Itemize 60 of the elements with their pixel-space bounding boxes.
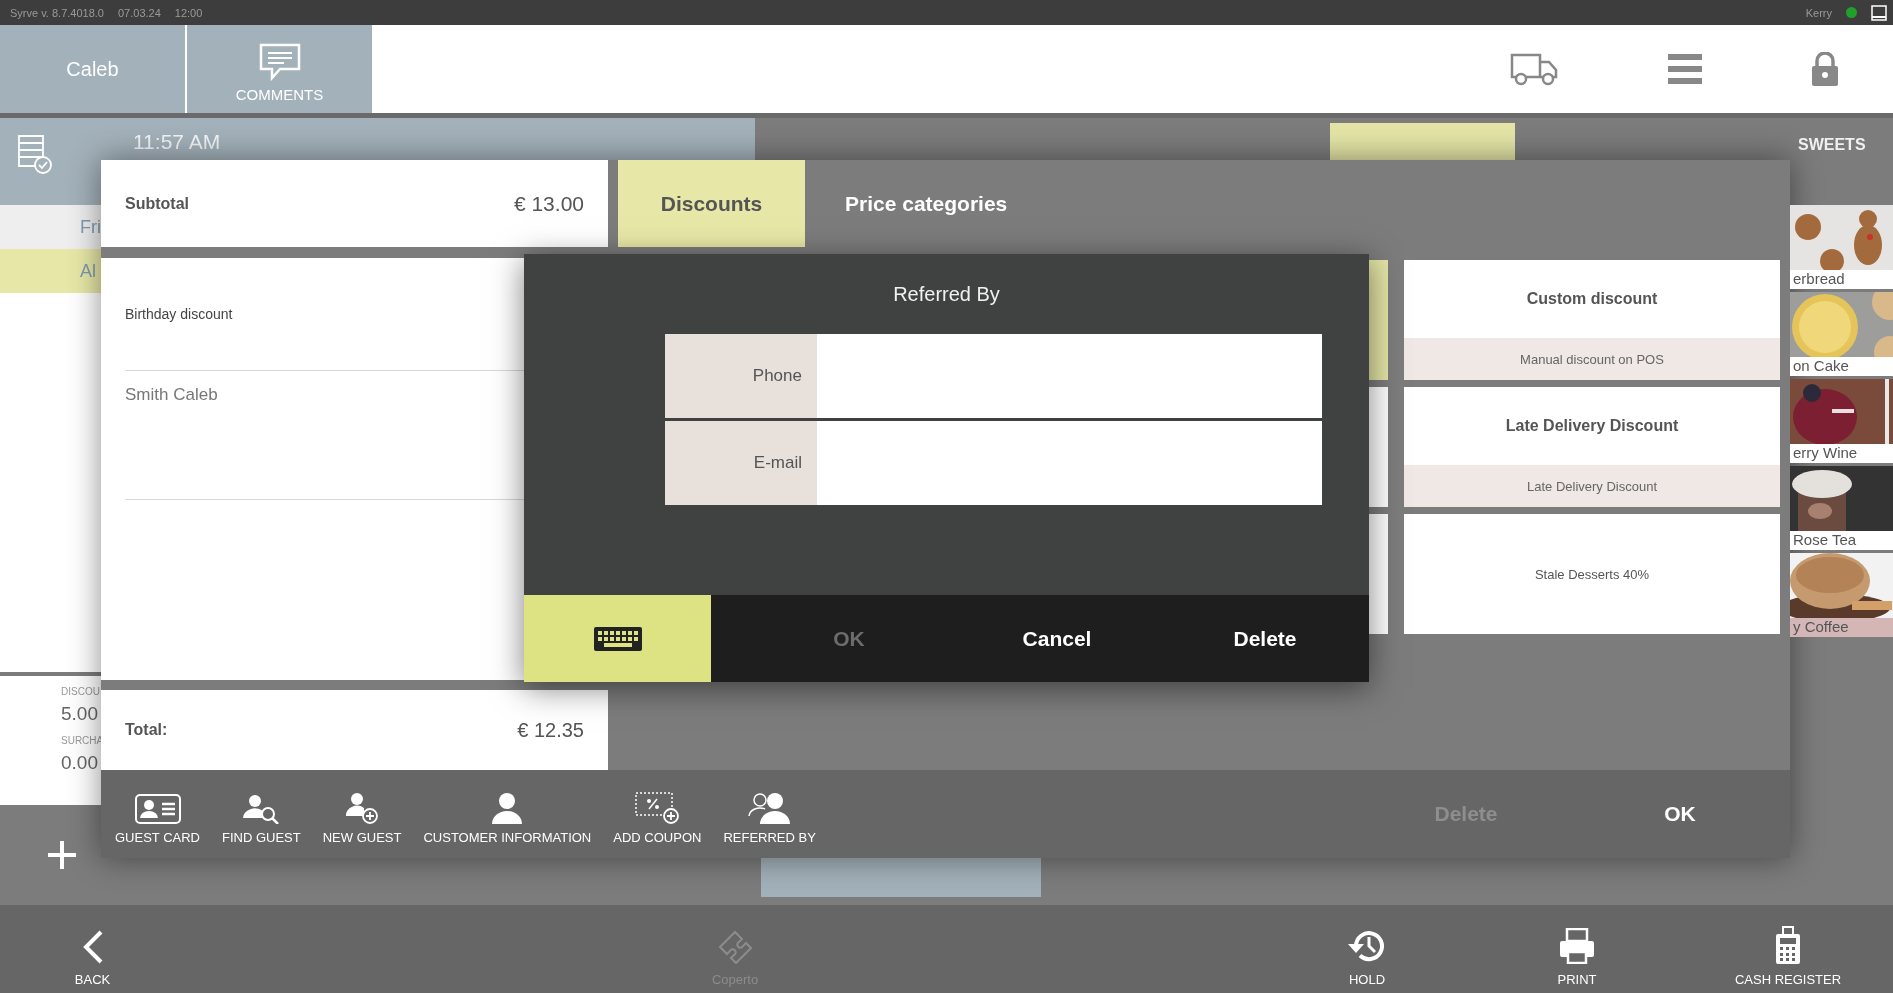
bottom-bar-button[interactable]: CASH REGISTER — [1697, 905, 1879, 993]
time-label: 12:00 — [174, 6, 203, 19]
subtotal-label: Subtotal — [125, 194, 189, 213]
puzzle-icon — [718, 930, 752, 964]
field-label: Phone — [665, 334, 817, 418]
field-label: E-mail — [665, 421, 817, 505]
two-people-icon — [747, 792, 792, 824]
printer-icon — [1559, 928, 1595, 964]
applied-item[interactable]: Smith Caleb — [125, 385, 218, 405]
total-label: Total: — [125, 721, 168, 739]
toolbar-button[interactable]: FIND GUEST — [218, 777, 305, 851]
window-icon[interactable] — [1871, 4, 1887, 21]
subtotal-value: € 13.00 — [513, 191, 584, 216]
dialog-title: Referred By — [892, 281, 1001, 307]
person-add-icon — [346, 792, 379, 824]
id-card-icon — [134, 794, 181, 824]
coupon-icon — [635, 792, 680, 824]
toolbar-button[interactable]: CUSTOMER INFORMATION — [419, 777, 596, 851]
summary-value: 5.00 — [61, 703, 99, 725]
bottom-bar-button[interactable]: PRINT — [1457, 905, 1697, 993]
menu-icon[interactable] — [1668, 54, 1702, 84]
lock-icon[interactable] — [1812, 52, 1838, 86]
product-tile[interactable]: y Coffee — [1790, 553, 1893, 637]
user-name: Kerry — [1805, 6, 1832, 19]
date-label: 07.03.24 — [117, 6, 161, 19]
total-value: € 12.35 — [517, 718, 584, 742]
summary-label: SURCHA — [61, 735, 105, 746]
dialog-button[interactable]: Delete — [1161, 595, 1369, 682]
dialog-button[interactable]: Cancel — [953, 595, 1161, 682]
applied-item[interactable]: Birthday discount — [125, 306, 233, 322]
dialog-tab[interactable]: Discounts — [618, 160, 805, 247]
discount-tile[interactable]: Stale Desserts 40% — [1404, 514, 1780, 634]
toolbar-button[interactable]: GUEST CARD — [111, 777, 204, 851]
discount-tile[interactable]: Late Delivery Discount Late Delivery Discount — [1404, 387, 1780, 507]
toolbar-button[interactable]: ADD COUPON — [609, 777, 706, 851]
dialog-tab[interactable]: Price categories — [805, 160, 1048, 247]
person-search-icon — [243, 794, 280, 824]
person-icon — [491, 792, 524, 824]
plus-icon[interactable] — [48, 841, 76, 869]
summary-value: 0.00 — [61, 752, 99, 774]
order-list-icon — [17, 134, 53, 174]
toolbar-button[interactable]: REFERRED BY — [719, 777, 820, 851]
product-tile[interactable]: erry Wine — [1790, 379, 1893, 463]
comment-icon — [257, 42, 302, 82]
discount-tile[interactable]: Custom discount Manual discount on POS — [1404, 260, 1780, 380]
calculator-icon — [1775, 926, 1801, 964]
summary-label: DISCOU — [61, 686, 101, 697]
back-chevron-icon — [81, 930, 104, 964]
history-icon — [1347, 928, 1387, 964]
ok-button[interactable]: OK — [1580, 784, 1780, 844]
bottom-bar-button[interactable]: BACK — [0, 905, 185, 993]
truck-icon[interactable] — [1510, 52, 1558, 86]
version-label: Syrve v. 8.7.4018.0 — [10, 6, 104, 19]
toolbar-button[interactable]: NEW GUEST — [318, 777, 406, 851]
product-name: y Coffee — [1790, 618, 1893, 637]
keyboard-icon — [592, 625, 643, 652]
category-heading[interactable]: SWEETS — [1798, 136, 1866, 154]
bottom-bar-button[interactable]: HOLD — [1277, 905, 1457, 993]
keyboard-button[interactable] — [524, 595, 711, 682]
order-time: 11:57 AM — [133, 130, 221, 154]
